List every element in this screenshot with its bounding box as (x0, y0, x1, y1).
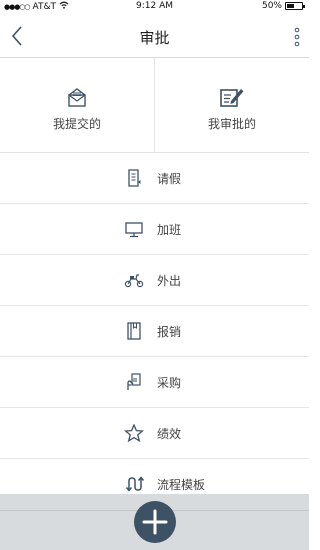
menu-item-leave[interactable]: 请假 (0, 153, 309, 204)
hand-icon (127, 373, 141, 390)
nav-bar: 审批 (0, 14, 309, 58)
tab-my-submitted-label: 我提交的 (52, 117, 101, 131)
menu-item-label: 报销 (157, 325, 182, 339)
page-title: 审批 (139, 29, 170, 47)
flow-icon (125, 476, 144, 492)
menu-item-label: 请假 (157, 172, 182, 186)
scooter-icon (124, 274, 144, 288)
top-tabs: 我提交的 我审批的 (0, 58, 309, 153)
battery-percent: 50% (261, 1, 282, 11)
menu-item-performance[interactable]: 绩效 (0, 408, 309, 459)
menu-item-label: 采购 (157, 376, 182, 390)
battery-icon (285, 2, 305, 10)
tab-my-submitted[interactable]: 我提交的 (0, 58, 154, 152)
menu-item-overtime[interactable]: 加班 (0, 204, 309, 255)
menu-item-label: 绩效 (157, 427, 182, 441)
plus-icon (142, 509, 168, 535)
menu-item-purchase[interactable]: 采购 (0, 357, 309, 408)
menu-item-reimbursement[interactable]: 报销 (0, 306, 309, 357)
tab-my-approved[interactable]: 我审批的 (154, 58, 309, 152)
star-icon (124, 424, 144, 442)
status-bar: ●●●○○ AT&T 9:12 AM 50% (0, 0, 309, 14)
menu-item-label: 外出 (157, 274, 182, 288)
add-button[interactable] (134, 501, 176, 543)
book-icon (127, 322, 141, 340)
edit-document-icon (220, 89, 244, 107)
document-icon (128, 169, 141, 187)
monitor-icon (125, 222, 143, 238)
approval-type-list: 请假 加班 外出 报销 采购 绩效 流程模板 (0, 153, 309, 510)
menu-item-outing[interactable]: 外出 (0, 255, 309, 306)
menu-item-label: 加班 (157, 223, 182, 237)
envelope-icon (68, 88, 86, 107)
tab-my-approved-label: 我审批的 (207, 117, 256, 131)
more-vertical-icon[interactable] (291, 26, 303, 48)
menu-item-label: 流程模板 (157, 478, 206, 492)
